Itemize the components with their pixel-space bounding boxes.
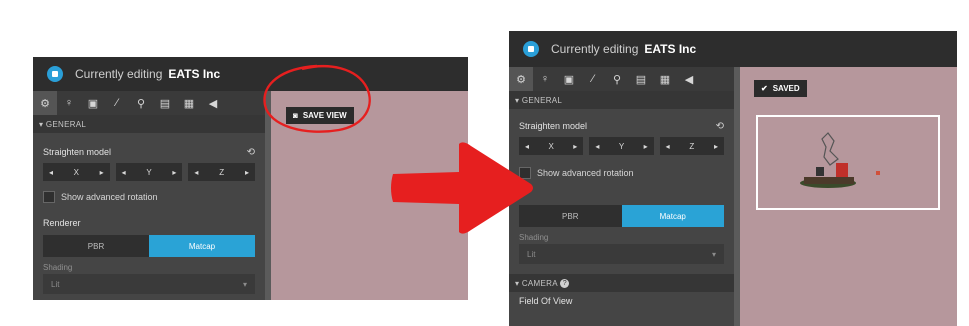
field-of-view-label: Field Of View xyxy=(519,296,573,306)
general-section-label: GENERAL xyxy=(45,119,87,129)
shading-label: Shading xyxy=(519,233,549,242)
x-axis-stepper[interactable]: ◂ X ▸ xyxy=(43,163,110,181)
currently-editing-label: Currently editing xyxy=(551,42,639,56)
tool-tabs: ⚙ ♀ ▣ ⁄ ⚲ ▤ ▦ ◀ xyxy=(509,67,734,91)
pin-icon[interactable]: ⚲ xyxy=(605,67,629,91)
saved-indicator: ✔ SAVED xyxy=(754,80,807,97)
company-name: EATS Inc xyxy=(168,67,221,81)
settings-icon[interactable]: ⚙ xyxy=(509,67,533,91)
shading-label: Shading xyxy=(43,263,73,272)
y-axis-label: Y xyxy=(146,167,152,177)
y-axis-stepper[interactable]: ◂ Y ▸ xyxy=(115,163,183,181)
wand-icon[interactable]: ⁄ xyxy=(105,91,129,115)
currently-editing-label: Currently editing xyxy=(75,67,163,81)
matcap-option[interactable]: Matcap xyxy=(621,205,724,227)
title-bar: Currently editing EATS Inc xyxy=(509,31,957,67)
film-icon[interactable]: ▤ xyxy=(629,67,653,91)
general-section-label: GENERAL xyxy=(521,95,563,105)
model-preview-image xyxy=(800,132,880,188)
ar-vr-icon[interactable]: ▦ xyxy=(653,67,677,91)
company-name: EATS Inc xyxy=(644,42,697,56)
straighten-label: Straighten model xyxy=(43,147,112,157)
wand-icon[interactable]: ⁄ xyxy=(581,67,605,91)
annotation-circle xyxy=(263,64,371,133)
straighten-label: Straighten model xyxy=(519,121,588,131)
reset-icon[interactable]: ⟲ xyxy=(716,121,724,132)
renderer-toggle: PBR Matcap xyxy=(43,235,255,257)
chevron-down-icon: ▾ xyxy=(242,279,247,289)
film-icon[interactable]: ▤ xyxy=(153,91,177,115)
z-axis-stepper[interactable]: ◂ Z ▸ xyxy=(188,163,256,181)
app-logo-icon xyxy=(47,66,63,82)
renderer-toggle: PBR Matcap xyxy=(519,205,724,227)
pbr-option[interactable]: PBR xyxy=(43,235,149,257)
z-axis-label: Z xyxy=(219,167,225,177)
audio-icon[interactable]: ◀ xyxy=(677,67,701,91)
image-icon[interactable]: ▣ xyxy=(81,91,105,115)
settings-panel: ⚙ ♀ ▣ ⁄ ⚲ ▤ ▦ ◀ ▾ GENERAL Straighten mod… xyxy=(33,91,265,300)
advanced-rotation-label: Show advanced rotation xyxy=(537,168,634,178)
settings-panel: ⚙ ♀ ▣ ⁄ ⚲ ▤ ▦ ◀ ▾ GENERAL Straighten mod… xyxy=(509,67,734,326)
light-icon[interactable]: ♀ xyxy=(57,91,81,115)
saved-label: SAVED xyxy=(772,84,800,93)
advanced-rotation-label: Show advanced rotation xyxy=(61,192,158,202)
shading-select[interactable]: Lit ▾ xyxy=(43,274,255,294)
audio-icon[interactable]: ◀ xyxy=(201,91,225,115)
shading-select[interactable]: Lit ▾ xyxy=(519,244,724,264)
renderer-row: Renderer xyxy=(33,213,265,233)
checkmark-icon: ✔ xyxy=(761,84,768,93)
settings-icon[interactable]: ⚙ xyxy=(33,91,57,115)
title-bar: Currently editing EATS Inc xyxy=(33,57,468,91)
z-axis-stepper[interactable]: ◂ Z ▸ xyxy=(659,137,724,155)
advanced-rotation-row[interactable]: Show advanced rotation xyxy=(33,185,265,209)
renderer-label: Renderer xyxy=(43,218,81,228)
help-icon[interactable]: ? xyxy=(560,278,570,288)
light-icon[interactable]: ♀ xyxy=(533,67,557,91)
app-logo-icon xyxy=(523,41,539,57)
ar-vr-icon[interactable]: ▦ xyxy=(177,91,201,115)
tool-tabs: ⚙ ♀ ▣ ⁄ ⚲ ▤ ▦ ◀ xyxy=(33,91,265,115)
shading-value: Lit xyxy=(51,279,60,289)
y-axis-stepper[interactable]: ◂ Y ▸ xyxy=(589,137,654,155)
z-axis-label: Z xyxy=(689,141,695,151)
general-section-header[interactable]: ▾ GENERAL xyxy=(509,91,734,109)
pin-icon[interactable]: ⚲ xyxy=(129,91,153,115)
advanced-rotation-row[interactable]: Show advanced rotation xyxy=(509,161,734,185)
shading-value: Lit xyxy=(527,249,536,259)
camera-section-label: CAMERA xyxy=(521,278,558,288)
image-icon[interactable]: ▣ xyxy=(557,67,581,91)
x-axis-label: X xyxy=(73,167,79,177)
saved-view-thumbnail[interactable] xyxy=(756,115,940,210)
general-section-header[interactable]: ▾ GENERAL xyxy=(33,115,265,133)
advanced-rotation-checkbox[interactable] xyxy=(43,191,55,203)
straighten-row: Straighten model ⟲ xyxy=(33,141,265,163)
panel-scrollbar[interactable] xyxy=(734,67,740,326)
matcap-option[interactable]: Matcap xyxy=(149,235,255,257)
axis-controls: ◂ X ▸ ◂ Y ▸ ◂ Z ▸ xyxy=(509,137,734,155)
axis-controls: ◂ X ▸ ◂ Y ▸ ◂ Z ▸ xyxy=(33,163,265,181)
field-of-view-row: Field Of View xyxy=(509,292,734,310)
reset-icon[interactable]: ⟲ xyxy=(247,147,255,158)
after-screenshot: Currently editing EATS Inc ⚙ ♀ ▣ ⁄ ⚲ ▤ ▦… xyxy=(509,31,957,326)
straighten-row: Straighten model ⟲ xyxy=(509,115,734,137)
x-axis-label: X xyxy=(548,141,554,151)
camera-section-header[interactable]: ▾ CAMERA ? xyxy=(509,274,734,292)
transition-arrow-icon xyxy=(391,142,533,234)
y-axis-label: Y xyxy=(618,141,625,151)
chevron-down-icon: ▾ xyxy=(711,249,716,259)
